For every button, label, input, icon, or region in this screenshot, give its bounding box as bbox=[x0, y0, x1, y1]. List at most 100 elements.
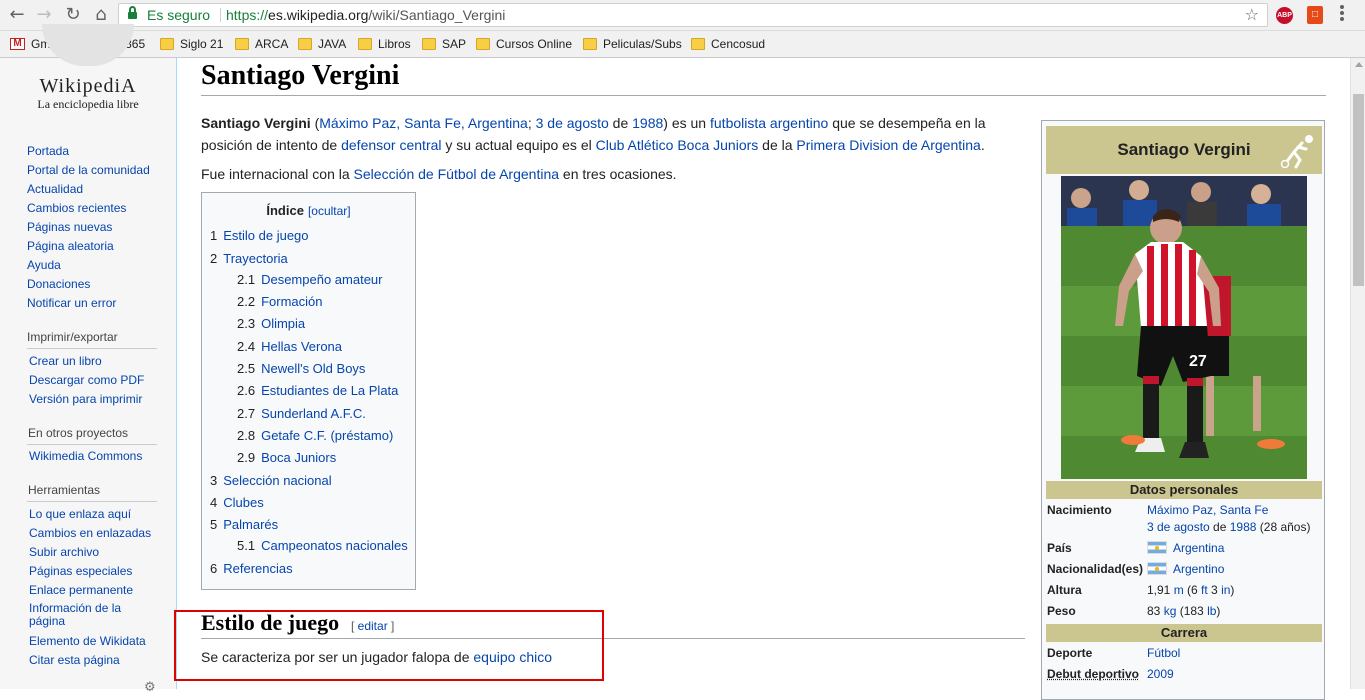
infobox-label-nacimiento: Nacimiento bbox=[1047, 503, 1112, 518]
toc-item[interactable]: 2.1 Desempeño amateur bbox=[237, 272, 382, 288]
bookmark-folder[interactable]: SAP bbox=[422, 36, 466, 53]
folder-icon bbox=[160, 38, 174, 50]
sidebar-item-pdf[interactable]: Descargar como PDF bbox=[29, 373, 144, 388]
browser-toolbar: ← → ↻ ⌂ Es seguro https://es.wikipedia.o… bbox=[0, 0, 1365, 31]
sidebar-item-informacion-2[interactable]: página bbox=[29, 615, 65, 628]
scroll-thumb[interactable] bbox=[1353, 94, 1364, 286]
home-icon[interactable]: ⌂ bbox=[90, 4, 112, 26]
toc-item[interactable]: 5 Palmarés bbox=[210, 517, 278, 533]
toc-item[interactable]: 2.3 Olimpia bbox=[237, 316, 305, 332]
office-icon[interactable]: □ bbox=[1307, 6, 1323, 24]
sidebar-item-commons[interactable]: Wikimedia Commons bbox=[29, 449, 142, 464]
link-position[interactable]: defensor central bbox=[341, 137, 441, 153]
toc-item[interactable]: 1 Estilo de juego bbox=[210, 228, 309, 244]
folder-icon bbox=[298, 38, 312, 50]
sidebar-item-citar[interactable]: Citar esta página bbox=[29, 653, 120, 668]
bookmarks-bar: MGmail Office365 Siglo 21 ARCA JAVA Libr… bbox=[0, 31, 1365, 58]
toc-item[interactable]: 2 Trayectoria bbox=[210, 251, 288, 267]
link-year[interactable]: 1988 bbox=[632, 115, 663, 131]
link-lb[interactable]: lb bbox=[1207, 604, 1216, 618]
sidebar-item-cambios-enlazadas[interactable]: Cambios en enlazadas bbox=[29, 526, 151, 541]
sidebar-item-donaciones[interactable]: Donaciones bbox=[27, 277, 90, 292]
menu-icon[interactable] bbox=[1340, 5, 1344, 25]
sidebar-item-nuevas[interactable]: Páginas nuevas bbox=[27, 220, 112, 235]
toc-item[interactable]: 2.7 Sunderland A.F.C. bbox=[237, 406, 366, 422]
sidebar-item-especiales[interactable]: Páginas especiales bbox=[29, 564, 132, 579]
folder-icon bbox=[583, 38, 597, 50]
toc-item[interactable]: 4 Clubes bbox=[210, 495, 264, 511]
link-nacimiento-year[interactable]: 1988 bbox=[1230, 520, 1257, 534]
sidebar-item-crear-libro[interactable]: Crear un libro bbox=[29, 354, 102, 369]
infobox-value-altura: 1,91 m (6 ft 3 in) bbox=[1147, 583, 1234, 598]
toc-item[interactable]: 2.5 Newell's Old Boys bbox=[237, 361, 365, 377]
toc-item[interactable]: 2.8 Getafe C.F. (préstamo) bbox=[237, 428, 393, 444]
sidebar-item-subir[interactable]: Subir archivo bbox=[29, 545, 99, 560]
sidebar-item-portada[interactable]: Portada bbox=[27, 144, 69, 159]
wikipedia-globe-icon[interactable] bbox=[42, 24, 134, 66]
sidebar-item-notificar[interactable]: Notificar un error bbox=[27, 296, 116, 311]
bookmark-folder[interactable]: Siglo 21 bbox=[160, 36, 223, 53]
back-icon[interactable]: ← bbox=[6, 4, 28, 26]
bookmark-folder[interactable]: Cursos Online bbox=[476, 36, 572, 53]
toc-item[interactable]: 6 Referencias bbox=[210, 561, 293, 577]
bookmark-folder[interactable]: Peliculas/Subs bbox=[583, 36, 682, 53]
adblock-icon[interactable]: ABP bbox=[1276, 7, 1293, 24]
link-debut[interactable]: 2009 bbox=[1147, 667, 1174, 681]
link-ft[interactable]: ft bbox=[1201, 583, 1208, 597]
link-pais[interactable]: Argentina bbox=[1173, 541, 1224, 555]
sidebar-item-actualidad[interactable]: Actualidad bbox=[27, 182, 83, 197]
sidebar-item-portal[interactable]: Portal de la comunidad bbox=[27, 163, 150, 178]
infobox-title: Santiago Vergini bbox=[1046, 126, 1322, 174]
bookmark-star-icon[interactable]: ☆ bbox=[1245, 4, 1259, 26]
link-birthday[interactable]: 3 de agosto bbox=[536, 115, 609, 131]
link-nacimiento-place[interactable]: Máximo Paz, Santa Fe bbox=[1147, 503, 1268, 517]
scroll-up-icon[interactable] bbox=[1355, 62, 1363, 67]
link-national-team[interactable]: Selección de Fútbol de Argentina bbox=[354, 166, 559, 182]
gear-icon[interactable]: ⚙ bbox=[144, 680, 156, 695]
folder-icon bbox=[691, 38, 705, 50]
infobox-value-nacimiento-place: Máximo Paz, Santa Fe bbox=[1147, 503, 1268, 518]
link-deporte[interactable]: Fútbol bbox=[1147, 646, 1180, 660]
folder-icon bbox=[235, 38, 249, 50]
link-nacionalidad[interactable]: Argentino bbox=[1173, 562, 1224, 576]
infobox-label-peso: Peso bbox=[1047, 604, 1076, 619]
address-bar[interactable]: Es seguro https://es.wikipedia.org/wiki/… bbox=[118, 3, 1268, 27]
bookmark-folder[interactable]: JAVA bbox=[298, 36, 346, 53]
sidebar-item-imprimir[interactable]: Versión para imprimir bbox=[29, 392, 142, 407]
sidebar-item-enlaza[interactable]: Lo que enlaza aquí bbox=[29, 507, 131, 522]
sidebar-heading-print[interactable]: Imprimir/exportar bbox=[27, 330, 118, 345]
link-kg[interactable]: kg bbox=[1164, 604, 1177, 618]
sidebar-item-permanente[interactable]: Enlace permanente bbox=[29, 583, 133, 598]
sidebar-item-wikidata[interactable]: Elemento de Wikidata bbox=[29, 634, 146, 649]
toc-toggle[interactable]: [ocultar] bbox=[308, 204, 351, 218]
gmail-icon: M bbox=[10, 38, 25, 50]
sidebar-item-cambios[interactable]: Cambios recientes bbox=[27, 201, 126, 216]
toc-item[interactable]: 2.4 Hellas Verona bbox=[237, 339, 342, 355]
bookmark-folder[interactable]: Libros bbox=[358, 36, 411, 53]
link-profession[interactable]: futbolista argentino bbox=[710, 115, 828, 131]
sidebar-item-aleatoria[interactable]: Página aleatoria bbox=[27, 239, 114, 254]
bookmark-folder[interactable]: Cencosud bbox=[691, 36, 765, 53]
link-league[interactable]: Primera Division de Argentina bbox=[796, 137, 980, 153]
toc-item[interactable]: 2.2 Formación bbox=[237, 294, 323, 310]
infobox-value-debut: 2009 bbox=[1147, 667, 1174, 682]
sidebar-heading-projects[interactable]: En otros proyectos bbox=[28, 426, 128, 441]
toc-item[interactable]: 5.1 Campeonatos nacionales bbox=[237, 538, 408, 554]
sidebar-item-ayuda[interactable]: Ayuda bbox=[27, 258, 61, 273]
link-nacimiento-day[interactable]: 3 de agosto bbox=[1147, 520, 1210, 534]
forward-icon[interactable]: → bbox=[33, 4, 55, 26]
scrollbar[interactable] bbox=[1350, 58, 1365, 689]
link-in[interactable]: in bbox=[1221, 583, 1230, 597]
wikipedia-wordmark[interactable]: WikipediA bbox=[0, 75, 176, 98]
link-club[interactable]: Club Atlético Boca Juniors bbox=[596, 137, 759, 153]
link-birthplace[interactable]: Máximo Paz, Santa Fe, Argentina bbox=[319, 115, 528, 131]
reload-icon[interactable]: ↻ bbox=[62, 4, 84, 26]
url-text[interactable]: https://es.wikipedia.org/wiki/Santiago_V… bbox=[226, 4, 505, 26]
player-photo[interactable]: 27 bbox=[1061, 176, 1307, 479]
toc-item[interactable]: 2.6 Estudiantes de La Plata bbox=[237, 383, 398, 399]
link-metro[interactable]: m bbox=[1174, 583, 1184, 597]
sidebar-heading-tools[interactable]: Herramientas bbox=[28, 483, 100, 498]
toc-item[interactable]: 2.9 Boca Juniors bbox=[237, 450, 336, 466]
toc-item[interactable]: 3 Selección nacional bbox=[210, 473, 332, 489]
bookmark-folder[interactable]: ARCA bbox=[235, 36, 288, 53]
